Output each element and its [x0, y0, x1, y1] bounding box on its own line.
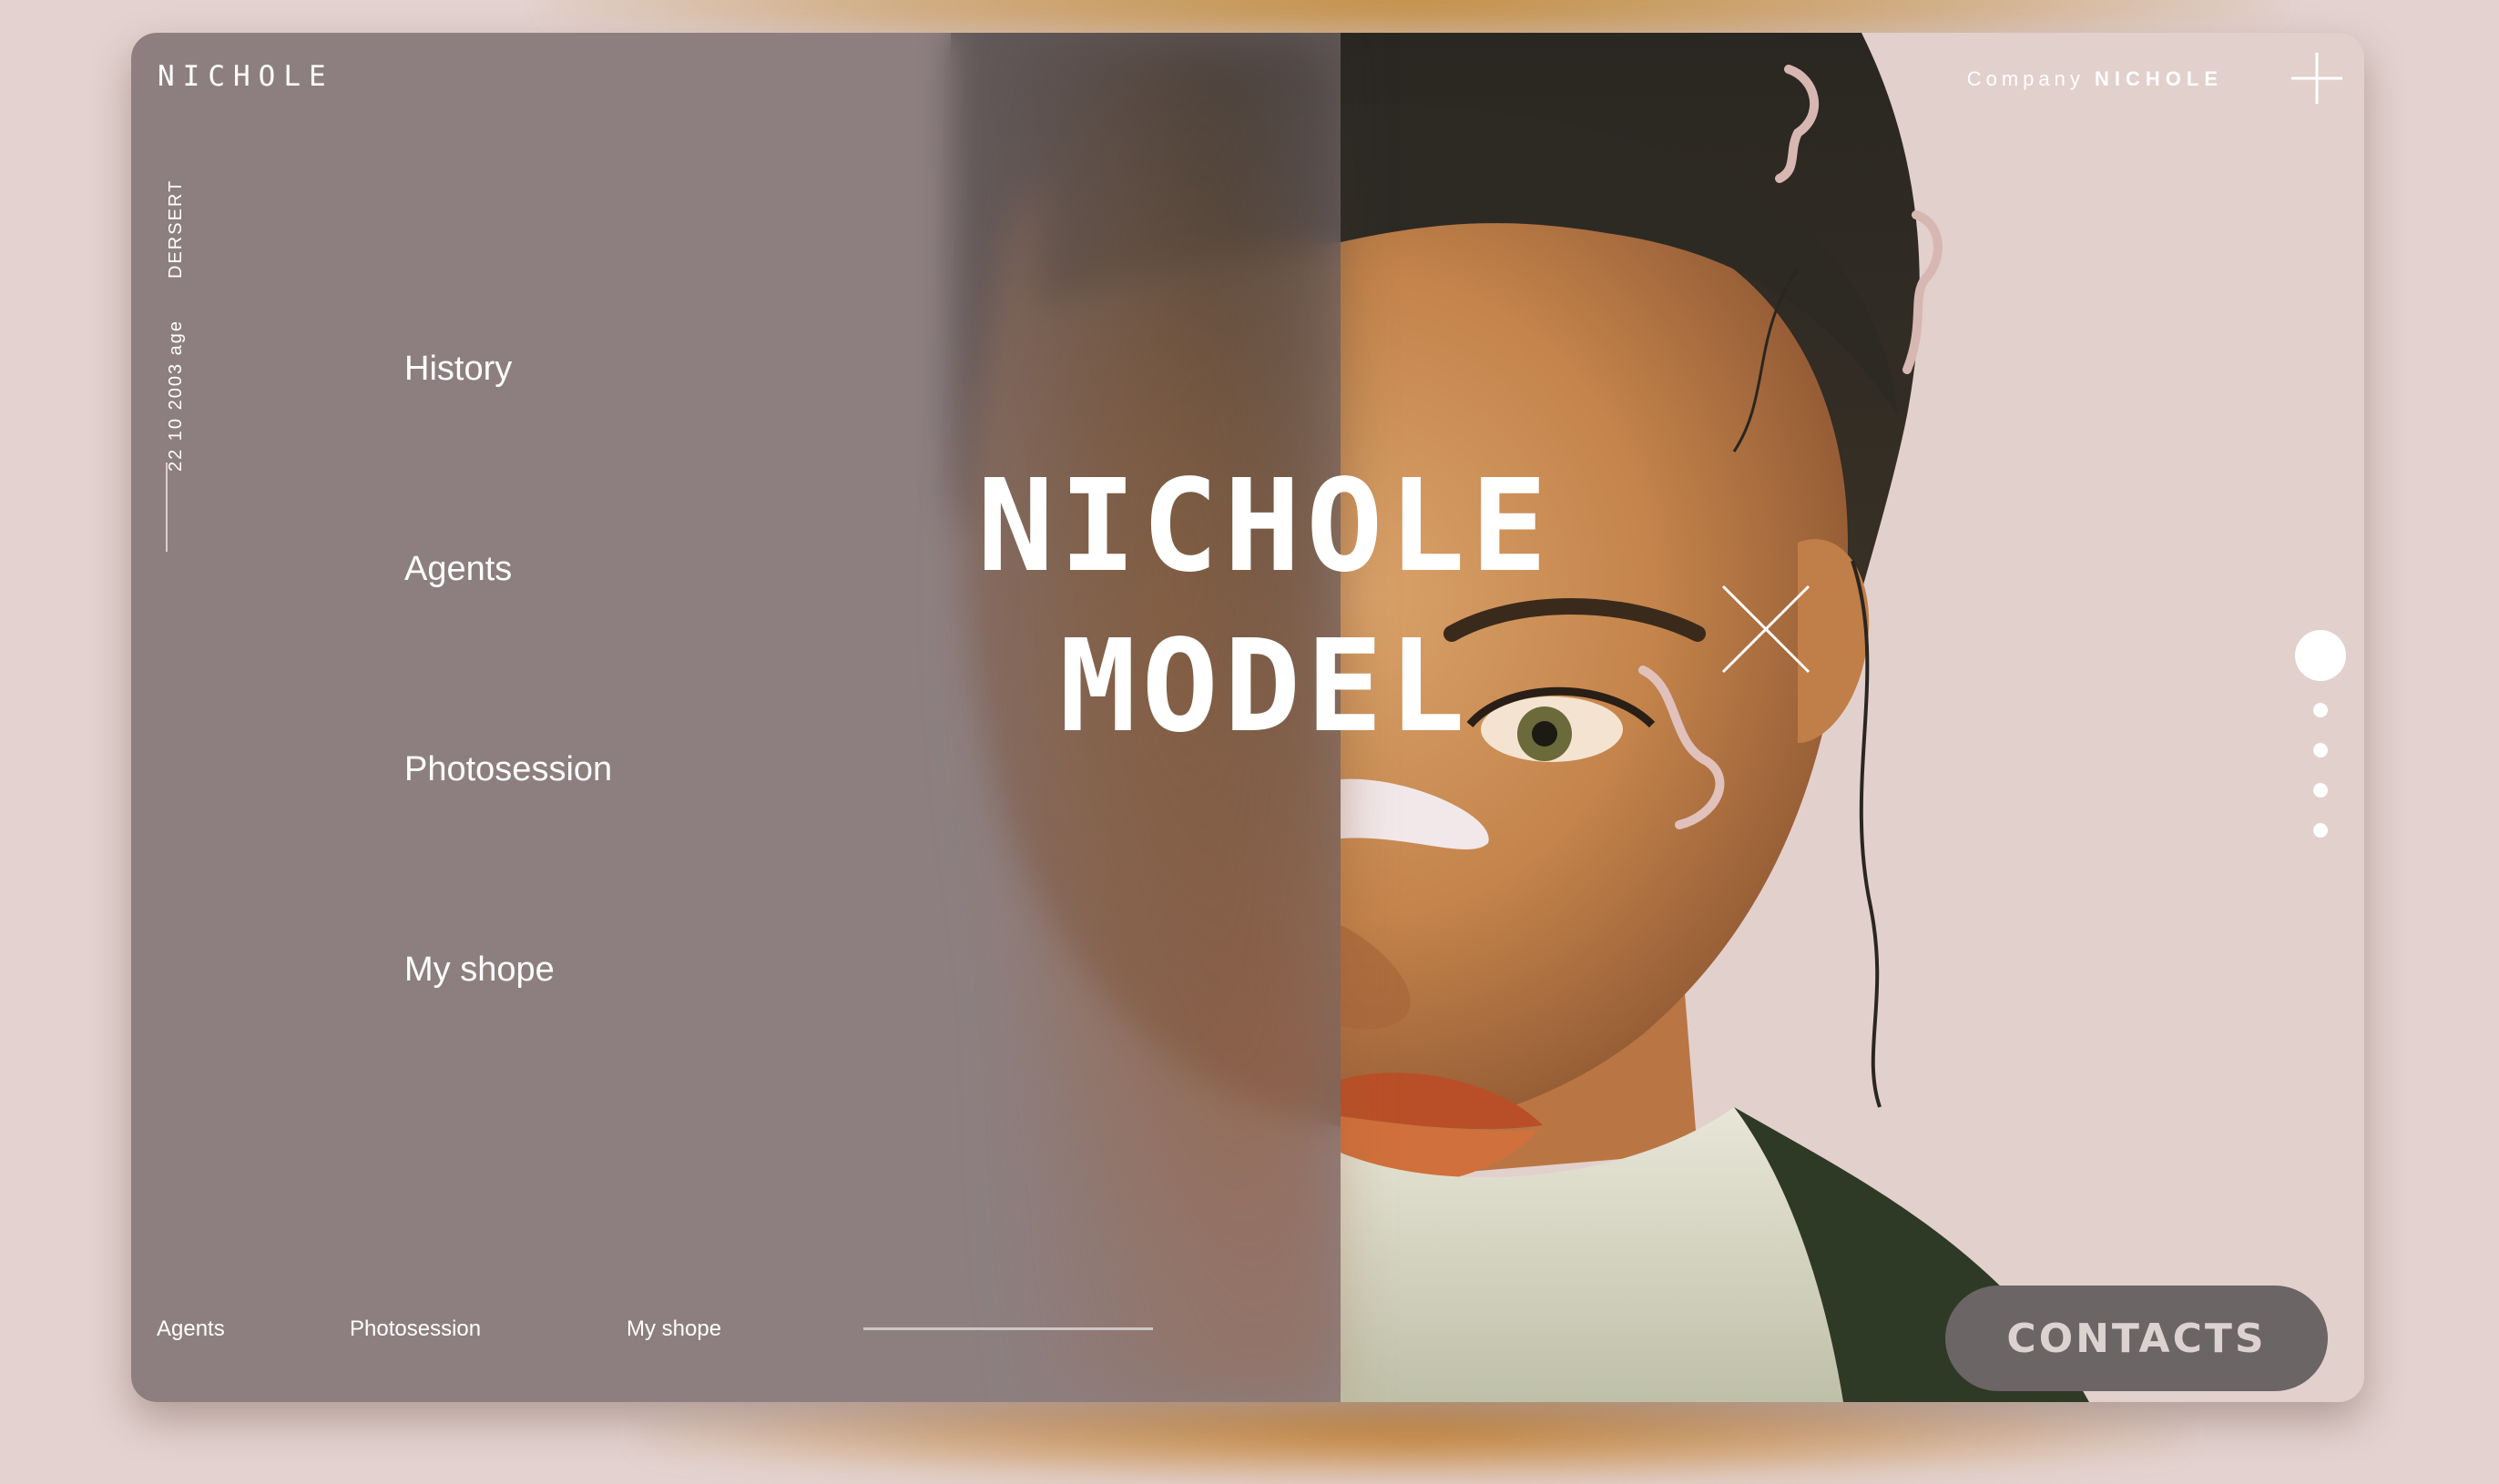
hero-title-line-2: MODEL — [1059, 613, 1471, 761]
footer-link-photosession[interactable]: Photosession — [350, 1316, 481, 1342]
hero-card: NICHOLE DERSERT 22 10 2003 age History A… — [131, 33, 2364, 1402]
pager-dot-active[interactable] — [2295, 630, 2346, 681]
plus-icon[interactable] — [2290, 51, 2344, 106]
menu-item-history[interactable]: History — [404, 350, 512, 389]
pager-dot[interactable] — [2313, 703, 2328, 717]
vertical-divider — [166, 462, 168, 552]
footer-link-agents[interactable]: Agents — [157, 1316, 225, 1342]
pager-dot[interactable] — [2313, 743, 2328, 757]
menu-item-my-shope[interactable]: My shope — [404, 950, 555, 990]
menu-item-photosession[interactable]: Photosession — [404, 750, 612, 789]
brand-logo[interactable]: NICHOLE — [158, 60, 334, 93]
pager-dot[interactable] — [2313, 823, 2328, 838]
vertical-text-dersert: DERSERT — [166, 178, 186, 279]
vertical-info: DERSERT 22 10 2003 age — [166, 151, 202, 479]
footer-divider-line — [863, 1327, 1153, 1330]
hero-title: NICHOLE MODEL — [951, 447, 1579, 767]
close-icon[interactable] — [1721, 584, 1810, 674]
hero-title-line-1: NICHOLE — [976, 452, 1553, 601]
contacts-button[interactable]: CONTACTS — [1945, 1286, 2328, 1391]
footer-link-my-shope[interactable]: My shope — [627, 1316, 721, 1342]
slide-pager — [2295, 597, 2350, 852]
vertical-text-age: 22 10 2003 age — [166, 319, 186, 472]
menu-item-agents[interactable]: Agents — [404, 550, 512, 589]
company-label: Company NICHOLE — [1967, 67, 2223, 91]
company-name: NICHOLE — [2095, 67, 2223, 90]
company-prefix: Company — [1966, 67, 2085, 90]
pager-dot[interactable] — [2313, 783, 2328, 798]
